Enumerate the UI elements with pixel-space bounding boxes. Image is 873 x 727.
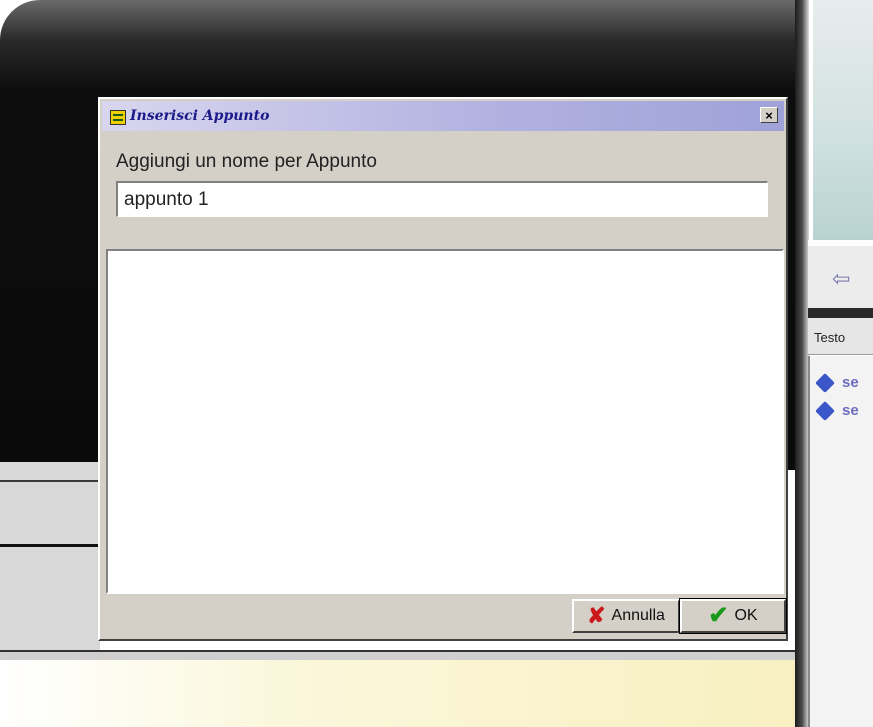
cancel-button-label: Annulla (611, 607, 665, 624)
dialog-app-icon (110, 110, 126, 125)
background-left-panel (0, 462, 100, 658)
insert-note-dialog: Inserisci Appunto × Aggiungi un nome per… (98, 97, 788, 641)
list-item[interactable]: se (815, 401, 859, 421)
note-content-area[interactable] (106, 249, 784, 594)
back-arrow-icon[interactable]: ⇦ (832, 266, 850, 292)
panel-divider (0, 480, 100, 482)
note-name-input[interactable] (116, 181, 768, 217)
dialog-titlebar[interactable]: Inserisci Appunto × (102, 101, 784, 131)
list-item[interactable]: se (815, 373, 859, 393)
ok-button[interactable]: ✔ OK (679, 598, 787, 634)
background-list: se se (808, 356, 873, 727)
background-yellow-panel (0, 660, 800, 727)
name-field-label: Aggiungi un nome per Appunto (116, 151, 377, 172)
panel-divider (0, 544, 100, 547)
dialog-title: Inserisci Appunto (130, 108, 270, 124)
cancel-button[interactable]: ✘ Annulla (572, 599, 680, 633)
background-toolbar: ⇦ (808, 240, 873, 314)
background-separator (808, 308, 873, 318)
red-x-icon: ✘ (587, 603, 606, 628)
background-right-header (813, 0, 873, 240)
diamond-icon (815, 373, 835, 393)
ok-button-label: OK (734, 607, 758, 624)
close-button[interactable]: × (760, 107, 778, 123)
background-splitter[interactable] (795, 0, 809, 727)
tab-label: Testo (814, 330, 846, 345)
green-check-icon: ✔ (708, 602, 729, 629)
tab-testo[interactable]: Testo (808, 318, 873, 355)
diamond-icon (815, 401, 835, 421)
